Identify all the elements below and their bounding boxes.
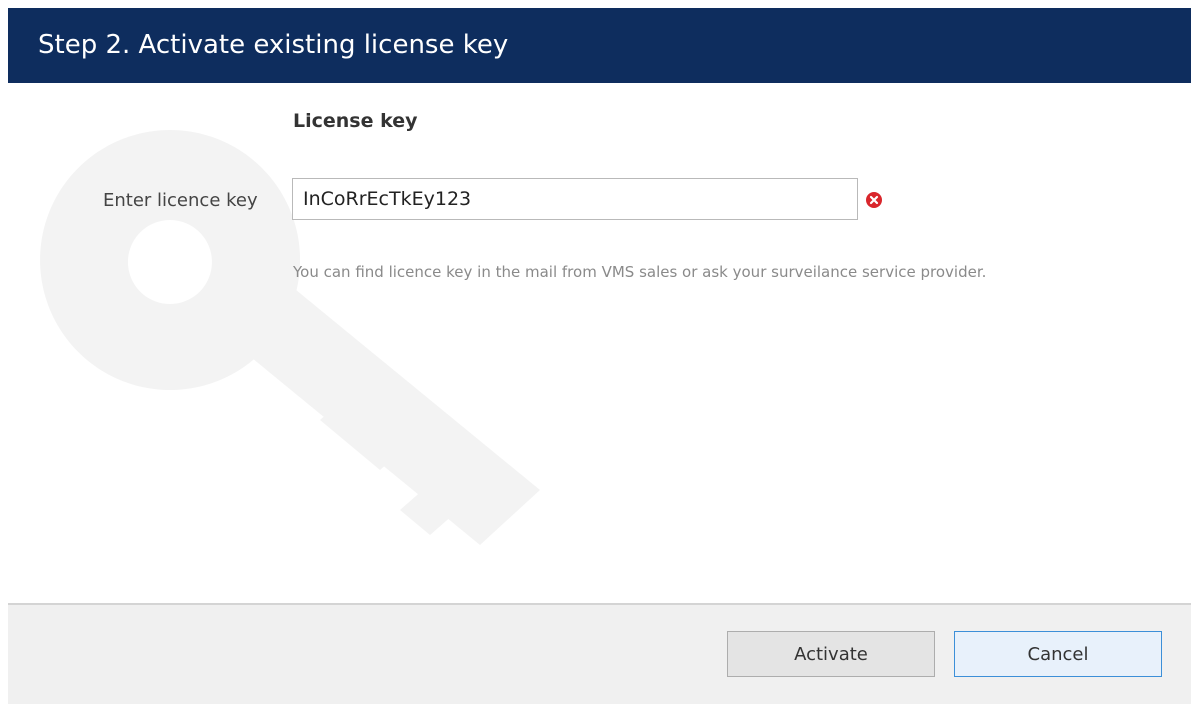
- activate-button[interactable]: Activate: [727, 631, 935, 677]
- dialog-footer: Activate Cancel: [8, 603, 1191, 704]
- title-bar: Step 2. Activate existing license key: [8, 8, 1191, 83]
- license-key-label: Enter licence key: [103, 190, 258, 211]
- key-watermark-icon: [40, 130, 540, 545]
- license-key-hint: You can find licence key in the mail fro…: [293, 263, 987, 281]
- cancel-button[interactable]: Cancel: [954, 631, 1162, 677]
- error-icon: [866, 192, 882, 208]
- section-heading: License key: [293, 110, 418, 132]
- dialog-title: Step 2. Activate existing license key: [38, 30, 509, 60]
- license-key-input[interactable]: [292, 178, 858, 220]
- activate-license-dialog: Step 2. Activate existing license key Li…: [0, 0, 1191, 704]
